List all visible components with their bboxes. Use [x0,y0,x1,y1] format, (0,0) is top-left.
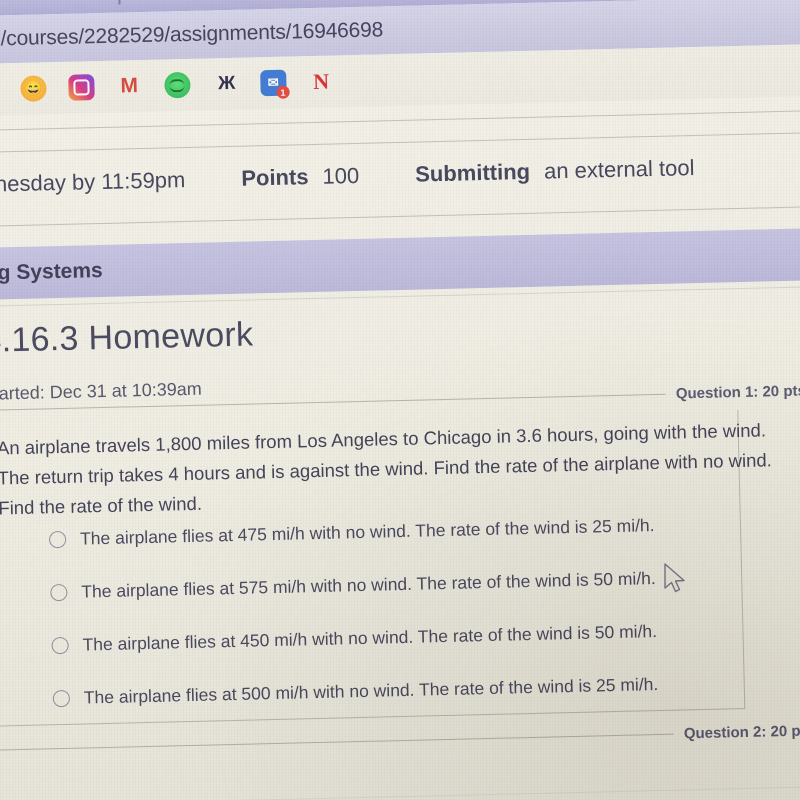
messages-badge: 1 [276,85,290,99]
url-text: m/courses/2282529/assignments/16946698 [0,18,384,51]
browser-window: on: The Eastern W ✕ Ж 4.15.F - Test: Mod… [0,0,800,800]
question-1-text: An airplane travels 1,800 miles from Los… [0,416,772,523]
mouse-cursor [663,563,689,602]
choice-option-3-label: The airplane flies at 450 mi/h with no w… [82,620,658,655]
page-divider-3 [0,205,800,228]
course-breadcrumb-title: ng Systems [0,258,103,285]
radio-icon-4[interactable] [52,689,71,707]
question-1-choices: The airplane flies at 475 mi/h with no w… [48,506,754,734]
instagram-bookmark-icon[interactable] [67,74,95,101]
page-divider-2 [0,131,800,154]
question-2-rule-left [0,733,674,752]
submitting-label: Submitting [414,158,531,187]
points-label: Points [240,164,309,191]
choice-option-4[interactable]: The airplane flies at 500 mi/h with no w… [52,665,753,715]
browser-tab-1-title: on: The Eastern W [0,0,82,6]
question-1-label: Question 1: 20 pts [675,382,800,403]
choice-option-3[interactable]: The airplane flies at 450 mi/h with no w… [51,612,752,662]
submitting-value: an external tool [543,155,695,184]
page-divider-bottom [0,785,800,800]
tab-separator-1 [117,0,121,5]
question-2-label: Question 2: 20 pts [683,722,800,743]
emoji-bookmark-icon[interactable]: 😄 [19,75,47,102]
screen-photograph: on: The Eastern W ✕ Ж 4.15.F - Test: Mod… [0,0,800,800]
choice-option-2-label: The airplane flies at 575 mi/h with no w… [81,567,656,602]
choice-option-2[interactable]: The airplane flies at 575 mi/h with no w… [50,559,751,609]
spotify-bookmark-icon[interactable] [163,71,191,99]
page-title: 4.16.3 Homework [0,315,254,360]
radio-icon-2[interactable] [50,583,68,601]
gmail-bookmark-icon[interactable]: M [116,73,143,100]
points-value: 100 [322,162,360,189]
choice-option-1-label: The airplane flies at 475 mi/h with no w… [79,514,655,549]
radio-icon-3[interactable] [51,636,69,654]
dark-glyph-bookmark-icon[interactable]: Ж [212,71,239,98]
netflix-bookmark-icon[interactable]: N [308,68,335,95]
radio-icon-1[interactable] [48,530,67,548]
assignment-meta-row: dnesday by 11:59pm Points 100 Submitting… [0,152,800,199]
assignment-due-text: dnesday by 11:59pm [0,167,186,197]
canvas-assignment-page: dnesday by 11:59pm Points 100 Submitting… [0,95,800,800]
messages-bookmark-icon[interactable]: ✉ 1 [259,69,290,99]
choice-option-4-label: The airplane flies at 500 mi/h with no w… [83,673,659,708]
page-divider-top [0,109,800,132]
